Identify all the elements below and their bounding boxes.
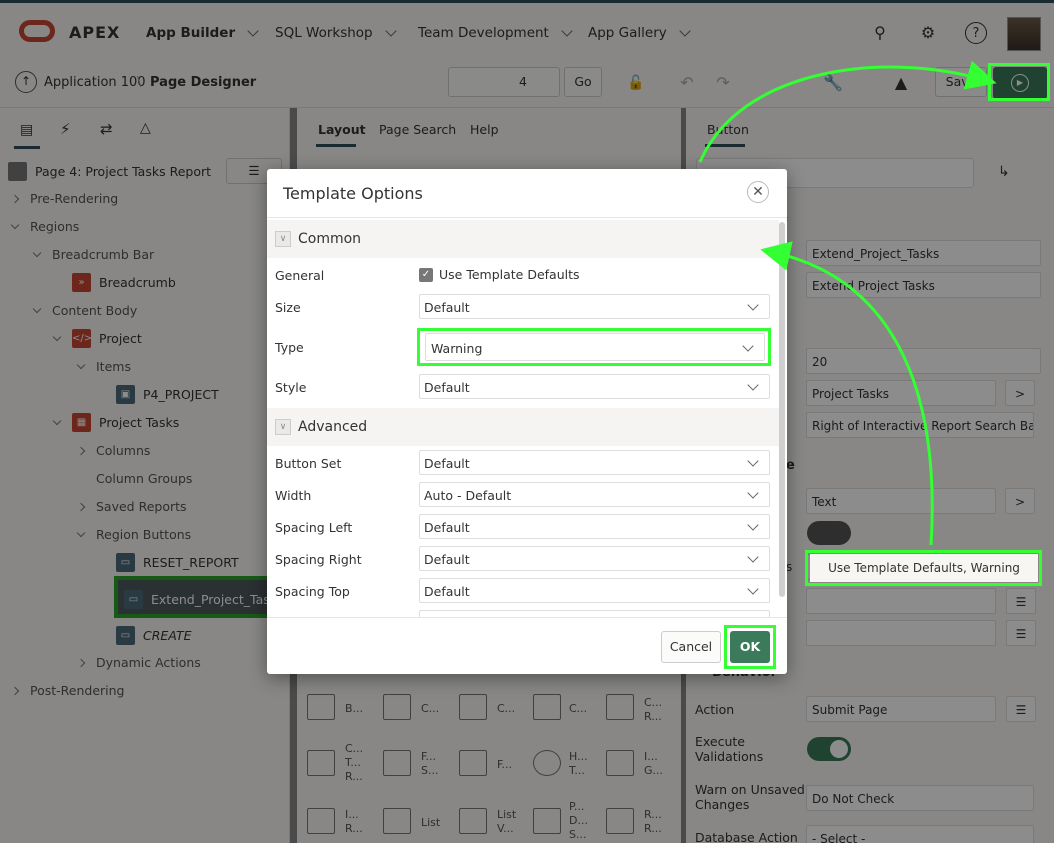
annotation-arrows [698,60,997,546]
arrow-to-dialog [760,241,934,546]
arrow-to-run-button [698,60,997,163]
